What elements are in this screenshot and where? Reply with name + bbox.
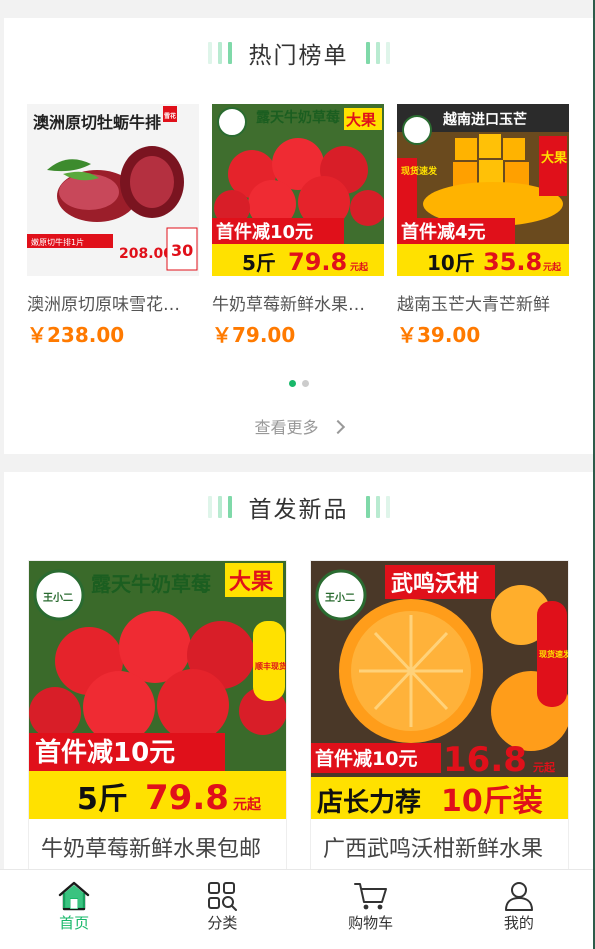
image-promo-price: 79.8 [145,778,229,818]
image-tag-text: 大果 [346,111,377,129]
image-brand-text: 王小二 [43,591,73,604]
image-promo-text: 首件减10元 [35,737,175,768]
new-section-title: 首发新品 [248,497,349,523]
image-promo-price: 16.8 [443,740,527,780]
tab-label: 我的 [503,914,534,932]
new-products-section: 首发新品 王小二 露天牛奶草莓 大果 顺丰现货速发 [4,472,593,872]
new-section-header: 首发新品 [4,492,593,523]
hot-product-card[interactable]: 露天牛奶草莓 大果 首件减10元 5斤 79.8 元起 牛奶草莓新鲜水果包邮 ￥… [212,104,384,348]
image-side-text: 现货速发 [539,649,568,659]
cart-icon [353,883,387,910]
image-promo-price: 35.8 [483,248,542,276]
image-coupon-value: 30 [171,241,193,260]
product-name[interactable]: 越南玉芒大青芒新鲜 [397,290,563,315]
image-caption-text: 嫩原切牛排1片 [31,237,84,247]
image-promo-text: 首件减10元 [315,747,417,770]
image-banner-text: 武鸣沃柑 [391,571,479,597]
tab-category[interactable]: 分类 [148,870,296,949]
image-side-text: 顺丰现货速发 [255,661,286,671]
chevron-right-icon [330,419,345,435]
product-name[interactable]: 牛奶草莓新鲜水果包邮 [29,819,286,872]
product-name[interactable]: 牛奶草莓新鲜水果包邮 [212,290,378,315]
hot-section-header: 热门榜单 [4,38,593,69]
image-unit-text: 元起 [233,796,262,813]
carousel-pagination [4,380,593,387]
pagination-dot[interactable] [301,380,309,387]
tab-label: 购物车 [348,914,394,932]
image-tag-text: 大果 [541,150,567,166]
pagination-dot-active[interactable] [288,380,296,387]
bottom-tab-bar: 首页 分类 购物车 我的 [0,869,593,949]
new-product-card[interactable]: 王小二 武鸣沃柑 现货速发 首件减10元 16.8 元起 店长力荐 10斤装 广… [310,560,569,872]
image-banner-text: 越南进口玉芒 [442,111,527,128]
product-name[interactable]: 广西武鸣沃柑新鲜水果 [311,819,568,872]
category-grid-icon [208,882,238,911]
title-decoration-right [363,496,393,518]
title-decoration-left [205,496,235,518]
user-icon [504,882,533,911]
image-weight-text: 5斤 [77,782,128,817]
product-image[interactable]: 王小二 露天牛奶草莓 大果 顺丰现货速发 首件减10元 5斤 79.8 元起 [29,561,286,819]
image-banner-text: 露天牛奶草莓 [91,572,211,596]
product-image[interactable]: 澳洲原切牡蛎牛排 雪花 嫩原切牛排1片 208.00 30 [27,104,199,276]
image-tag-text: 大果 [229,570,273,595]
view-more-label: 查看更多 [254,418,319,437]
tab-label: 分类 [207,914,238,932]
hot-product-card[interactable]: 越南进口玉芒 现货速发 大果 首件减4元 10斤 35.8 元起 越南玉芒大青芒… [397,104,569,348]
title-decoration-right [363,42,393,64]
tab-label: 首页 [59,914,90,932]
image-banner-text: 澳洲原切牡蛎牛排 [33,113,161,132]
image-weight-text: 10斤 [427,251,475,275]
home-icon [58,881,90,911]
image-weight-text: 10斤装 [441,784,543,819]
image-unit-text: 元起 [350,261,369,273]
hot-list-section: 热门榜单 澳洲原切牡蛎牛排 雪花 嫩原切牛排1片 208.00 30 澳洲原切原… [4,18,593,454]
product-price: ￥238.00 [27,323,125,347]
new-product-card[interactable]: 王小二 露天牛奶草莓 大果 顺丰现货速发 首件减10元 5斤 79.8 元起 牛… [28,560,287,872]
hot-product-card[interactable]: 澳洲原切牡蛎牛排 雪花 嫩原切牛排1片 208.00 30 澳洲原切原味雪花牛排… [27,104,199,348]
hot-section-title: 热门榜单 [248,43,349,69]
product-image[interactable]: 露天牛奶草莓 大果 首件减10元 5斤 79.8 元起 [212,104,384,276]
product-image[interactable]: 王小二 武鸣沃柑 现货速发 首件减10元 16.8 元起 店长力荐 10斤装 [311,561,568,819]
tab-cart[interactable]: 购物车 [297,870,445,949]
image-slogan-text: 店长力荐 [317,788,421,818]
title-decoration-left [205,42,235,64]
tab-profile[interactable]: 我的 [445,870,593,949]
image-tag-text: 雪花 [164,112,176,120]
product-price: ￥79.00 [212,323,296,347]
image-unit-text: 元起 [543,261,562,273]
image-unit-text: 元起 [533,760,556,774]
image-brand-text: 王小二 [325,591,355,604]
product-price: ￥39.00 [397,323,481,347]
image-weight-text: 5斤 [242,251,276,275]
image-side-text: 现货速发 [401,165,438,177]
image-promo-price: 208.00 [119,246,173,262]
tab-home[interactable]: 首页 [0,870,148,949]
image-promo-text: 首件减4元 [401,221,486,243]
image-banner-text: 露天牛奶草莓 [256,109,340,126]
product-image[interactable]: 越南进口玉芒 现货速发 大果 首件减4元 10斤 35.8 元起 [397,104,569,276]
view-more-link[interactable]: 查看更多 [4,414,593,438]
product-name[interactable]: 澳洲原切原味雪花牛排 [27,290,193,315]
image-promo-text: 首件减10元 [216,221,313,243]
image-promo-price: 79.8 [288,248,347,276]
